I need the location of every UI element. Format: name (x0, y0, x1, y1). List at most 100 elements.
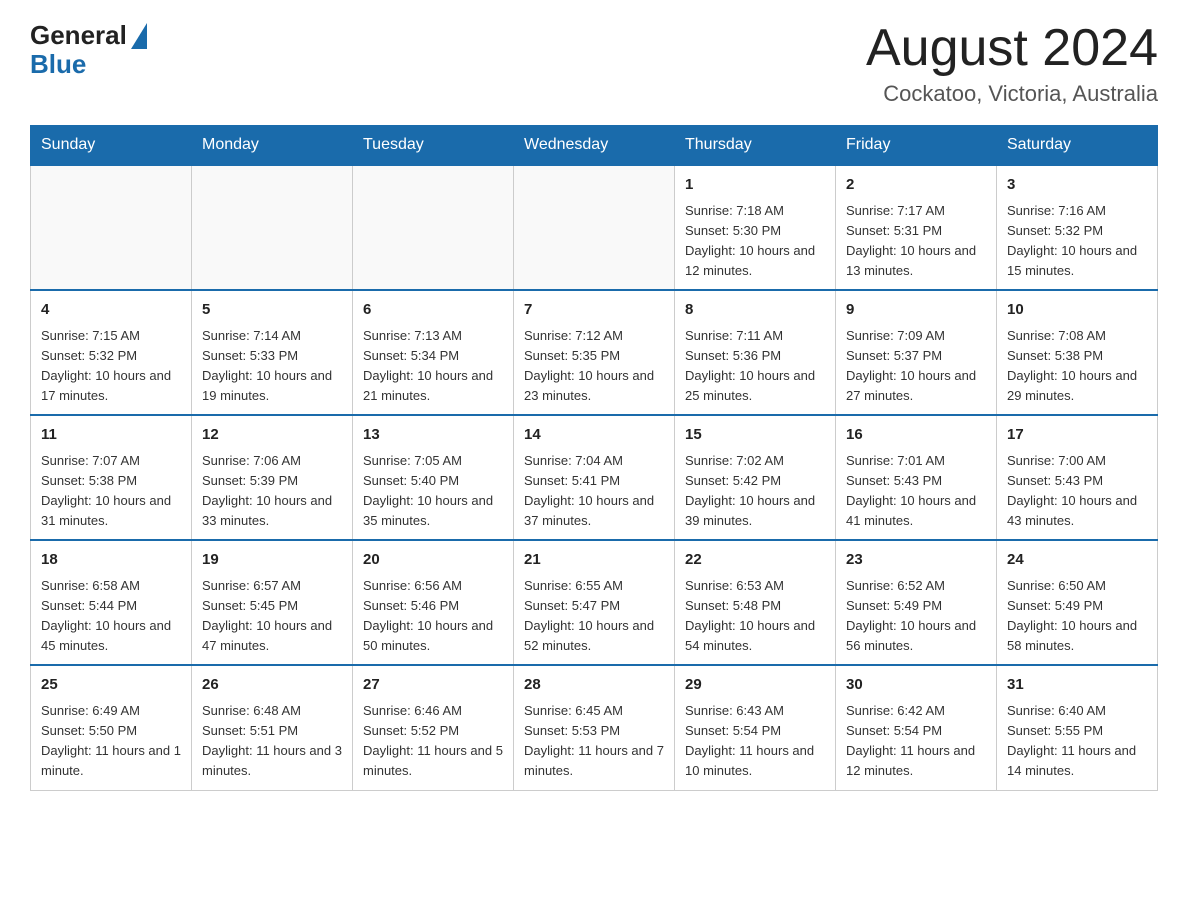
calendar-cell: 6Sunrise: 7:13 AMSunset: 5:34 PMDaylight… (353, 290, 514, 415)
day-number: 20 (363, 549, 503, 572)
day-info: Sunrise: 7:09 AMSunset: 5:37 PMDaylight:… (846, 326, 986, 407)
day-info: Sunrise: 6:42 AMSunset: 5:54 PMDaylight:… (846, 701, 986, 782)
calendar-cell: 22 Sunrise: 6:53 AMSunset: 5:48 PMDayligh… (675, 540, 836, 665)
day-number: 22 (685, 549, 825, 572)
calendar-cell: 5Sunrise: 7:14 AMSunset: 5:33 PMDaylight… (192, 290, 353, 415)
day-info: Sunrise: 7:07 AMSunset: 5:38 PMDaylight:… (41, 451, 181, 532)
day-number: 1 (685, 174, 825, 197)
day-number: 29 (685, 674, 825, 697)
day-number: 4 (41, 299, 181, 322)
day-info: Sunrise: 6:46 AMSunset: 5:52 PMDaylight:… (363, 701, 503, 782)
calendar-cell: 20 Sunrise: 6:56 AMSunset: 5:46 PMDayligh… (353, 540, 514, 665)
day-number: 17 (1007, 424, 1147, 447)
day-info: Sunrise: 6:40 AMSunset: 5:55 PMDaylight:… (1007, 701, 1147, 782)
week-row: 18Sunrise: 6:58 AMSunset: 5:44 PMDayligh… (31, 540, 1158, 665)
day-info: Sunrise: 7:11 AMSunset: 5:36 PMDaylight:… (685, 326, 825, 407)
week-row: 11 Sunrise: 7:07 AMSunset: 5:38 PMDayligh… (31, 415, 1158, 540)
day-number: 19 (202, 549, 342, 572)
day-info: Sunrise: 6:45 AMSunset: 5:53 PMDaylight:… (524, 701, 664, 782)
day-number: 16 (846, 424, 986, 447)
logo-general-text: General (30, 20, 127, 51)
calendar-cell: 24 Sunrise: 6:50 AMSunset: 5:49 PMDayligh… (997, 540, 1158, 665)
calendar-col-header: Sunday (31, 126, 192, 166)
day-number: 5 (202, 299, 342, 322)
day-number: 9 (846, 299, 986, 322)
calendar-cell: 7 Sunrise: 7:12 AMSunset: 5:35 PMDaylight… (514, 290, 675, 415)
day-info: Sunrise: 7:01 AMSunset: 5:43 PMDaylight:… (846, 451, 986, 532)
calendar-col-header: Tuesday (353, 126, 514, 166)
day-number: 12 (202, 424, 342, 447)
calendar-cell: 19 Sunrise: 6:57 AMSunset: 5:45 PMDayligh… (192, 540, 353, 665)
day-info: Sunrise: 7:18 AMSunset: 5:30 PMDaylight:… (685, 201, 825, 282)
day-info: Sunrise: 6:57 AMSunset: 5:45 PMDaylight:… (202, 576, 342, 657)
calendar-cell (31, 165, 192, 290)
day-number: 24 (1007, 549, 1147, 572)
day-number: 21 (524, 549, 664, 572)
calendar-cell: 23Sunrise: 6:52 AMSunset: 5:49 PMDayligh… (836, 540, 997, 665)
calendar-header-row: SundayMondayTuesdayWednesdayThursdayFrid… (31, 126, 1158, 166)
day-info: Sunrise: 6:48 AMSunset: 5:51 PMDaylight:… (202, 701, 342, 782)
calendar-cell: 3 Sunrise: 7:16 AMSunset: 5:32 PMDaylight… (997, 165, 1158, 290)
calendar-cell: 31 Sunrise: 6:40 AMSunset: 5:55 PMDayligh… (997, 665, 1158, 790)
calendar-cell: 16 Sunrise: 7:01 AMSunset: 5:43 PMDayligh… (836, 415, 997, 540)
week-row: 1 Sunrise: 7:18 AMSunset: 5:30 PMDaylight… (31, 165, 1158, 290)
day-number: 7 (524, 299, 664, 322)
calendar-col-header: Wednesday (514, 126, 675, 166)
calendar-cell: 25Sunrise: 6:49 AMSunset: 5:50 PMDayligh… (31, 665, 192, 790)
day-number: 2 (846, 174, 986, 197)
calendar-cell: 30 Sunrise: 6:42 AMSunset: 5:54 PMDayligh… (836, 665, 997, 790)
week-row: 25Sunrise: 6:49 AMSunset: 5:50 PMDayligh… (31, 665, 1158, 790)
day-info: Sunrise: 7:15 AMSunset: 5:32 PMDaylight:… (41, 326, 181, 407)
day-number: 6 (363, 299, 503, 322)
day-number: 23 (846, 549, 986, 572)
day-info: Sunrise: 7:06 AMSunset: 5:39 PMDaylight:… (202, 451, 342, 532)
day-info: Sunrise: 6:53 AMSunset: 5:48 PMDaylight:… (685, 576, 825, 657)
calendar-col-header: Saturday (997, 126, 1158, 166)
calendar-cell: 4 Sunrise: 7:15 AMSunset: 5:32 PMDaylight… (31, 290, 192, 415)
day-info: Sunrise: 7:12 AMSunset: 5:35 PMDaylight:… (524, 326, 664, 407)
logo-triangle-icon (131, 23, 147, 49)
calendar-col-header: Friday (836, 126, 997, 166)
day-info: Sunrise: 6:56 AMSunset: 5:46 PMDaylight:… (363, 576, 503, 657)
day-info: Sunrise: 7:05 AMSunset: 5:40 PMDaylight:… (363, 451, 503, 532)
day-number: 14 (524, 424, 664, 447)
calendar-cell: 12 Sunrise: 7:06 AMSunset: 5:39 PMDayligh… (192, 415, 353, 540)
calendar-cell: 2 Sunrise: 7:17 AMSunset: 5:31 PMDaylight… (836, 165, 997, 290)
day-info: Sunrise: 7:00 AMSunset: 5:43 PMDaylight:… (1007, 451, 1147, 532)
day-info: Sunrise: 7:02 AMSunset: 5:42 PMDaylight:… (685, 451, 825, 532)
logo: General Blue (30, 20, 147, 78)
day-number: 3 (1007, 174, 1147, 197)
calendar-cell: 28 Sunrise: 6:45 AMSunset: 5:53 PMDayligh… (514, 665, 675, 790)
day-number: 31 (1007, 674, 1147, 697)
day-number: 30 (846, 674, 986, 697)
day-info: Sunrise: 7:04 AMSunset: 5:41 PMDaylight:… (524, 451, 664, 532)
location-text: Cockatoo, Victoria, Australia (866, 81, 1158, 107)
calendar-cell: 13Sunrise: 7:05 AMSunset: 5:40 PMDayligh… (353, 415, 514, 540)
week-row: 4 Sunrise: 7:15 AMSunset: 5:32 PMDaylight… (31, 290, 1158, 415)
day-number: 28 (524, 674, 664, 697)
day-number: 26 (202, 674, 342, 697)
page-header: General Blue August 2024 Cockatoo, Victo… (30, 20, 1158, 107)
day-number: 11 (41, 424, 181, 447)
calendar-cell: 21Sunrise: 6:55 AMSunset: 5:47 PMDayligh… (514, 540, 675, 665)
calendar-col-header: Monday (192, 126, 353, 166)
day-info: Sunrise: 7:17 AMSunset: 5:31 PMDaylight:… (846, 201, 986, 282)
calendar-cell: 9 Sunrise: 7:09 AMSunset: 5:37 PMDaylight… (836, 290, 997, 415)
day-info: Sunrise: 6:50 AMSunset: 5:49 PMDaylight:… (1007, 576, 1147, 657)
calendar-cell: 18Sunrise: 6:58 AMSunset: 5:44 PMDayligh… (31, 540, 192, 665)
day-info: Sunrise: 7:16 AMSunset: 5:32 PMDaylight:… (1007, 201, 1147, 282)
day-number: 25 (41, 674, 181, 697)
calendar-cell: 14 Sunrise: 7:04 AMSunset: 5:41 PMDayligh… (514, 415, 675, 540)
calendar-cell (192, 165, 353, 290)
day-number: 10 (1007, 299, 1147, 322)
calendar-cell: 27 Sunrise: 6:46 AMSunset: 5:52 PMDayligh… (353, 665, 514, 790)
day-info: Sunrise: 6:58 AMSunset: 5:44 PMDaylight:… (41, 576, 181, 657)
month-title: August 2024 (866, 20, 1158, 77)
day-info: Sunrise: 6:43 AMSunset: 5:54 PMDaylight:… (685, 701, 825, 782)
calendar-cell: 26 Sunrise: 6:48 AMSunset: 5:51 PMDayligh… (192, 665, 353, 790)
title-block: August 2024 Cockatoo, Victoria, Australi… (866, 20, 1158, 107)
calendar-cell (514, 165, 675, 290)
calendar-cell: 11 Sunrise: 7:07 AMSunset: 5:38 PMDayligh… (31, 415, 192, 540)
day-number: 27 (363, 674, 503, 697)
calendar-cell: 17 Sunrise: 7:00 AMSunset: 5:43 PMDayligh… (997, 415, 1158, 540)
